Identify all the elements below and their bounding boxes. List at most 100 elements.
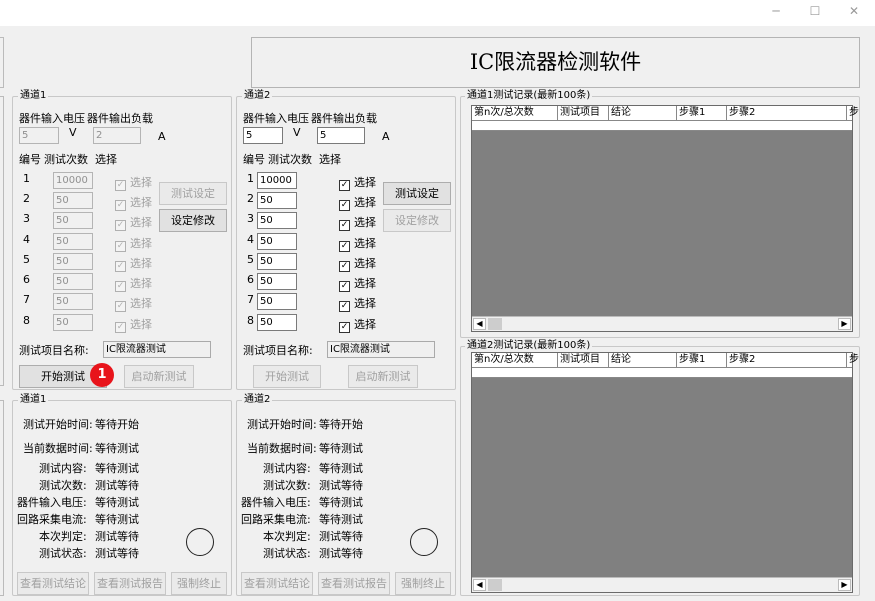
column-header[interactable]: 步骤1 xyxy=(676,106,705,120)
select-checkbox[interactable]: ✓ 选择 xyxy=(339,214,376,231)
scroll-left-icon[interactable]: ◀ xyxy=(473,579,486,591)
select-checkbox[interactable]: ✓ 选择 xyxy=(115,214,152,231)
new-test-button[interactable]: 启动新测试 xyxy=(124,365,194,388)
scroll-left-icon[interactable]: ◀ xyxy=(473,318,486,330)
select-checkbox[interactable]: ✓ 选择 xyxy=(339,295,376,312)
current-value: 等待测试 xyxy=(95,513,139,526)
content-value: 等待测试 xyxy=(319,462,363,475)
horizontal-scrollbar[interactable]: ◀ ▶ xyxy=(472,577,852,592)
column-header[interactable]: 步骤1 xyxy=(676,353,705,367)
count-input[interactable]: 10000 xyxy=(53,172,93,189)
count-input[interactable]: 50 xyxy=(257,192,297,209)
checkmark-icon: ✓ xyxy=(339,220,350,231)
judge-label: 本次判定: xyxy=(39,530,87,543)
count-input[interactable]: 50 xyxy=(53,293,93,310)
column-header[interactable]: 步骤2 xyxy=(726,353,755,367)
row-no: 2 xyxy=(247,192,254,205)
select-checkbox[interactable]: ✓ 选择 xyxy=(115,194,152,211)
maximize-button[interactable]: ☐ xyxy=(805,4,825,18)
table-row[interactable] xyxy=(472,368,852,378)
test-name-input[interactable]: IC限流器测试 xyxy=(103,341,211,358)
force-stop-button[interactable]: 强制终止 xyxy=(395,572,451,595)
content-value: 等待测试 xyxy=(95,462,139,475)
load-input[interactable]: 5 xyxy=(317,127,365,144)
count-input[interactable]: 50 xyxy=(257,314,297,331)
select-checkbox[interactable]: ✓ 选择 xyxy=(339,235,376,252)
minimize-button[interactable]: ─ xyxy=(766,4,786,18)
current-data-label: 当前数据时间: xyxy=(23,442,93,455)
count-input[interactable]: 10000 xyxy=(257,172,297,189)
channel1-records-table[interactable]: 第n次/总次数 测试项目 结论 步骤1 步骤2 步 ◀ ▶ xyxy=(471,105,859,332)
view-report-button[interactable]: 查看测试报告 xyxy=(94,572,166,595)
column-header[interactable]: 结论 xyxy=(608,106,631,120)
scroll-right-icon[interactable]: ▶ xyxy=(838,579,851,591)
count-input[interactable]: 50 xyxy=(53,212,93,229)
table-row[interactable] xyxy=(472,121,852,131)
scroll-thumb[interactable] xyxy=(488,579,502,591)
test-name-label: 测试项目名称: xyxy=(243,344,313,357)
voltage-input[interactable]: 5 xyxy=(19,127,59,144)
checkmark-icon: ✓ xyxy=(115,200,126,211)
start-time-label: 测试开始时间: xyxy=(23,418,93,431)
select-checkbox[interactable]: ✓ 选择 xyxy=(339,255,376,272)
select-checkbox[interactable]: ✓ 选择 xyxy=(115,235,152,252)
select-checkbox[interactable]: ✓ 选择 xyxy=(115,174,152,191)
count-input[interactable]: 50 xyxy=(53,233,93,250)
window-titlebar: ─ ☐ ✕ xyxy=(0,0,875,26)
table-header: 第n次/总次数 测试项目 结论 步骤1 步骤2 步 xyxy=(472,106,859,121)
select-checkbox[interactable]: ✓ 选择 xyxy=(339,174,376,191)
test-settings-button[interactable]: 测试设定 xyxy=(383,182,451,205)
view-result-button[interactable]: 查看测试结论 xyxy=(241,572,313,595)
step-number-badge: 1 xyxy=(90,363,114,387)
left-clipped-panel-bottom xyxy=(0,400,4,596)
select-checkbox[interactable]: ✓ 选择 xyxy=(115,295,152,312)
column-header[interactable]: 第n次/总次数 xyxy=(472,106,534,120)
select-checkbox[interactable]: ✓ 选择 xyxy=(339,194,376,211)
select-checkbox[interactable]: ✓ 选择 xyxy=(339,275,376,292)
column-header[interactable]: 结论 xyxy=(608,353,631,367)
test-settings-button[interactable]: 测试设定 xyxy=(159,182,227,205)
row-no: 4 xyxy=(247,233,254,246)
column-header[interactable]: 测试项目 xyxy=(557,106,600,120)
select-checkbox[interactable]: ✓ 选择 xyxy=(339,316,376,333)
channel2-status-group: 通道2 测试开始时间: 等待开始 当前数据时间: 等待测试 测试内容: 等待测试… xyxy=(236,394,456,596)
checkmark-icon: ✓ xyxy=(339,180,350,191)
column-header[interactable]: 测试项目 xyxy=(557,353,600,367)
count-input[interactable]: 50 xyxy=(53,314,93,331)
close-button[interactable]: ✕ xyxy=(844,4,864,18)
current-data-value: 等待测试 xyxy=(319,442,363,455)
view-result-button[interactable]: 查看测试结论 xyxy=(17,572,89,595)
scroll-thumb[interactable] xyxy=(488,318,502,330)
column-header[interactable]: 步 xyxy=(846,106,859,120)
start-test-button[interactable]: 开始测试 xyxy=(253,365,321,388)
count-input[interactable]: 50 xyxy=(53,273,93,290)
modify-settings-button[interactable]: 设定修改 xyxy=(383,209,451,232)
column-header[interactable]: 第n次/总次数 xyxy=(472,353,534,367)
new-test-button[interactable]: 启动新测试 xyxy=(348,365,418,388)
status-indicator-light xyxy=(410,528,438,556)
horizontal-scrollbar[interactable]: ◀ ▶ xyxy=(472,316,852,331)
count-input[interactable]: 50 xyxy=(53,253,93,270)
count-input[interactable]: 50 xyxy=(257,273,297,290)
modify-settings-button[interactable]: 设定修改 xyxy=(159,209,227,232)
select-label: 选择 xyxy=(354,318,376,331)
column-header[interactable]: 步 xyxy=(846,353,859,367)
count-input[interactable]: 50 xyxy=(257,233,297,250)
count-input[interactable]: 50 xyxy=(53,192,93,209)
test-name-input[interactable]: IC限流器测试 xyxy=(327,341,435,358)
force-stop-button[interactable]: 强制终止 xyxy=(171,572,227,595)
column-header[interactable]: 步骤2 xyxy=(726,106,755,120)
count-input[interactable]: 50 xyxy=(257,253,297,270)
select-checkbox[interactable]: ✓ 选择 xyxy=(115,275,152,292)
channel2-records-table[interactable]: 第n次/总次数 测试项目 结论 步骤1 步骤2 步 ◀ ▶ xyxy=(471,352,859,593)
view-report-button[interactable]: 查看测试报告 xyxy=(318,572,390,595)
count-input[interactable]: 50 xyxy=(257,293,297,310)
row-no: 5 xyxy=(247,253,254,266)
select-checkbox[interactable]: ✓ 选择 xyxy=(115,255,152,272)
count-input[interactable]: 50 xyxy=(257,212,297,229)
load-input[interactable]: 2 xyxy=(93,127,141,144)
select-checkbox[interactable]: ✓ 选择 xyxy=(115,316,152,333)
voltage-input[interactable]: 5 xyxy=(243,127,283,144)
select-label: 选择 xyxy=(354,297,376,310)
scroll-right-icon[interactable]: ▶ xyxy=(838,318,851,330)
